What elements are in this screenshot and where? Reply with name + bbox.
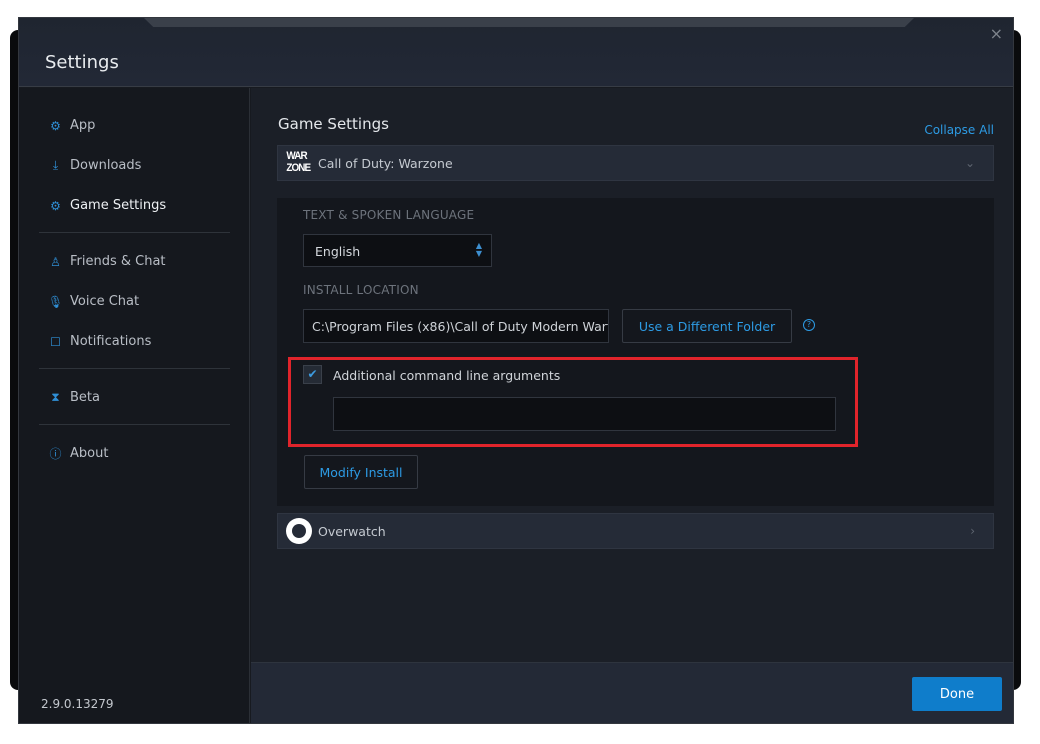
hourglass-icon: ⧗ [51,390,60,404]
cmd-args-label: Additional command line arguments [333,368,561,383]
sidebar-item-voice-chat[interactable]: 🎙 Voice Chat [47,294,140,309]
title-bar-tab [144,18,914,27]
divider [39,232,230,233]
divider [39,368,230,369]
microphone-icon: 🎙 [47,294,64,309]
game-header-warzone[interactable]: WAR ZONE Call of Duty: Warzone ⌄ [277,145,994,181]
chevron-down-icon[interactable]: ⌄ [965,156,975,170]
app-version: 2.9.0.13279 [41,697,114,711]
install-path-field[interactable]: C:\Program Files (x86)\Call of Duty Mode… [303,309,609,343]
footer: Done [251,662,1013,723]
help-icon[interactable]: ? [803,319,815,331]
warzone-settings: TEXT & SPOKEN LANGUAGE English ▲ ▼ INSTALL… [277,198,994,506]
title-bar: Settings × [19,18,1013,87]
chevron-right-icon[interactable]: › [970,524,975,538]
divider [39,424,230,425]
sidebar-item-downloads[interactable]: ⤓ Downloads [49,158,142,173]
use-different-folder-button[interactable]: Use a Different Folder [622,309,792,343]
done-button[interactable]: Done [912,677,1002,711]
sidebar-item-label: App [70,118,96,133]
language-label: TEXT & SPOKEN LANGUAGE [303,208,475,222]
window-title: Settings [45,52,119,73]
main-panel: Game Settings Collapse All WAR ZONE Call … [251,88,1013,662]
warzone-logo: WAR ZONE [286,150,311,174]
game-name: Call of Duty: Warzone [318,155,453,171]
sidebar-item-label: Notifications [70,334,152,349]
cmd-args-input[interactable] [333,397,836,431]
download-icon: ⤓ [52,158,59,172]
cmd-args-checkbox[interactable]: ✔ [303,365,322,384]
sidebar-item-about[interactable]: ⓘ About [49,446,108,461]
close-icon[interactable]: × [990,24,1003,43]
sidebar-item-notifications[interactable]: ☐ Notifications [49,334,151,349]
sidebar-item-app[interactable]: ⚙ App [49,118,95,133]
sidebar-item-friends-chat[interactable]: ♙ Friends & Chat [49,254,166,269]
page-title: Game Settings [278,115,389,133]
select-arrows-icon: ▲ ▼ [475,241,482,258]
friends-icon: ♙ [50,254,61,269]
settings-window: Settings × ⚙ App ⤓ Downloads ⚙ Game Setting… [18,17,1014,724]
game-settings-icon: ⚙ [50,198,61,213]
app-gear-icon: ⚙ [50,118,61,133]
sidebar-item-label: Voice Chat [70,294,140,309]
notification-icon: ☐ [50,334,61,349]
sidebar-item-game-settings[interactable]: ⚙ Game Settings [49,198,166,213]
install-location-label: INSTALL LOCATION [303,283,419,297]
info-icon: ⓘ [49,447,62,461]
language-select[interactable]: English ▲ ▼ [303,234,492,267]
modify-install-button[interactable]: Modify Install [304,455,418,489]
sidebar-item-label: Downloads [70,158,142,173]
sidebar-item-beta[interactable]: ⧗ Beta [49,390,100,405]
language-value: English [315,244,361,259]
sidebar-item-label: Beta [70,390,100,405]
game-header-overwatch[interactable]: Overwatch › [277,513,994,549]
overwatch-logo [286,518,312,544]
sidebar-item-label: Game Settings [70,198,167,213]
sidebar: ⚙ App ⤓ Downloads ⚙ Game Settings ♙ Friends … [19,88,250,723]
sidebar-item-label: About [70,446,109,461]
game-name: Overwatch [318,523,386,539]
sidebar-item-label: Friends & Chat [70,254,166,269]
checkmark-icon: ✔ [307,367,318,381]
collapse-all-link[interactable]: Collapse All [924,123,994,137]
